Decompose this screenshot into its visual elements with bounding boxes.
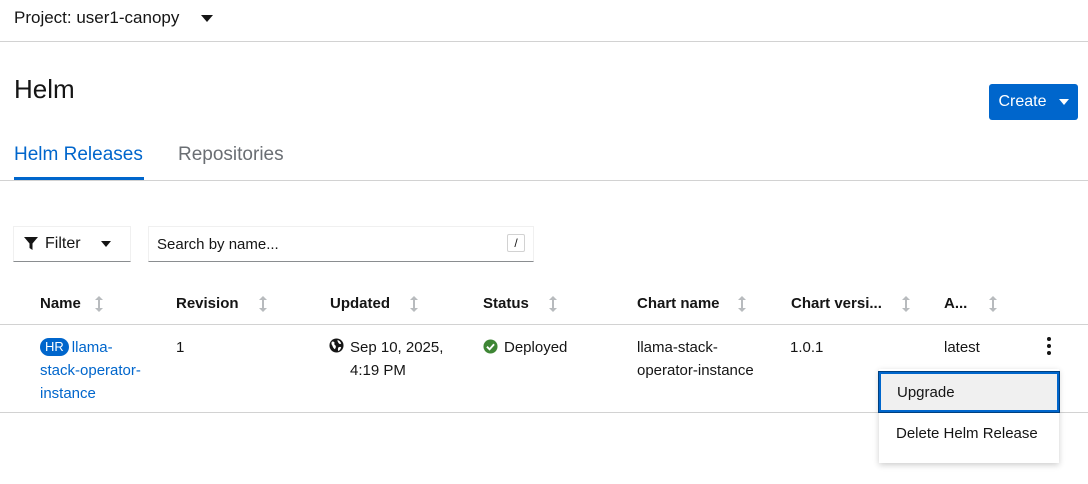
menu-item-delete-helm-release[interactable]: Delete Helm Release — [879, 413, 1059, 453]
create-button-label: Create — [998, 93, 1047, 110]
filter-dropdown[interactable]: Filter — [13, 226, 131, 262]
filter-icon — [24, 237, 38, 250]
chart-name-cell: llama-stack- operator-instance — [637, 336, 754, 382]
menu-item-upgrade[interactable]: Upgrade — [878, 371, 1060, 413]
project-bar: Project: user1-canopy — [0, 0, 1088, 42]
row-actions-kebab-icon[interactable] — [1040, 336, 1058, 356]
revision-cell: 1 — [176, 339, 185, 356]
column-header-app-version[interactable]: A... — [944, 295, 998, 312]
column-header-label: Name — [40, 295, 81, 312]
column-header-label: A... — [944, 295, 968, 312]
chart-name-line: llama-stack- — [637, 339, 718, 356]
status-cell: Deployed — [483, 336, 567, 359]
sort-icon — [94, 295, 103, 312]
updated-time: 4:19 PM — [350, 362, 406, 379]
sort-icon — [410, 295, 418, 312]
tab-bar: Helm Releases Repositories — [0, 130, 1088, 181]
chart-version-cell: 1.0.1 — [790, 339, 824, 356]
column-header-chart-version[interactable]: Chart versi... — [791, 295, 910, 312]
release-name-cell: HR llama-stack-operator-instance — [40, 336, 160, 405]
sort-icon — [548, 295, 557, 312]
column-header-updated[interactable]: Updated — [330, 295, 418, 312]
caret-down-icon — [201, 14, 214, 22]
caret-down-icon — [100, 241, 111, 247]
column-header-name[interactable]: Name — [40, 295, 103, 312]
sort-icon — [737, 295, 746, 312]
tab-repositories[interactable]: Repositories — [178, 144, 284, 166]
project-selector[interactable]: Project: user1-canopy — [14, 8, 214, 28]
column-header-chart-name[interactable]: Chart name — [637, 295, 746, 312]
release-name-line: instance — [40, 385, 96, 402]
sort-icon — [901, 295, 910, 312]
updated-date: Sep 10, 2025, — [350, 339, 444, 356]
check-circle-icon — [483, 339, 498, 354]
helm-release-badge: HR — [40, 338, 69, 356]
release-name-line: stack-operator- — [40, 362, 141, 379]
column-header-label: Updated — [330, 295, 390, 312]
column-header-label: Chart versi... — [791, 295, 882, 312]
caret-down-icon — [1058, 99, 1069, 105]
active-tab-indicator — [14, 177, 144, 180]
filter-label: Filter — [45, 235, 81, 252]
sort-icon — [258, 295, 267, 312]
create-button[interactable]: Create — [989, 84, 1078, 120]
column-header-label: Chart name — [637, 295, 720, 312]
row-actions-menu: Upgrade Delete Helm Release — [878, 369, 1060, 463]
column-header-status[interactable]: Status — [483, 295, 557, 312]
app-version-cell: latest — [944, 339, 980, 356]
column-header-label: Revision — [176, 295, 239, 312]
page-title: Helm — [14, 74, 75, 104]
release-name-line: llama- — [71, 339, 113, 356]
globe-icon — [329, 338, 344, 353]
search-box: / — [148, 226, 534, 262]
search-input[interactable] — [149, 227, 489, 261]
search-shortcut-hint: / — [507, 234, 525, 252]
sort-icon — [989, 295, 998, 312]
status-text: Deployed — [504, 339, 568, 356]
chart-name-line: operator-instance — [637, 362, 754, 379]
project-label: Project: user1-canopy — [14, 8, 180, 27]
table-header-divider — [0, 324, 1088, 325]
column-header-label: Status — [483, 295, 529, 312]
column-header-revision[interactable]: Revision — [176, 295, 267, 312]
tab-helm-releases[interactable]: Helm Releases — [14, 144, 143, 166]
updated-cell: Sep 10, 2025, 4:19 PM — [329, 336, 443, 382]
